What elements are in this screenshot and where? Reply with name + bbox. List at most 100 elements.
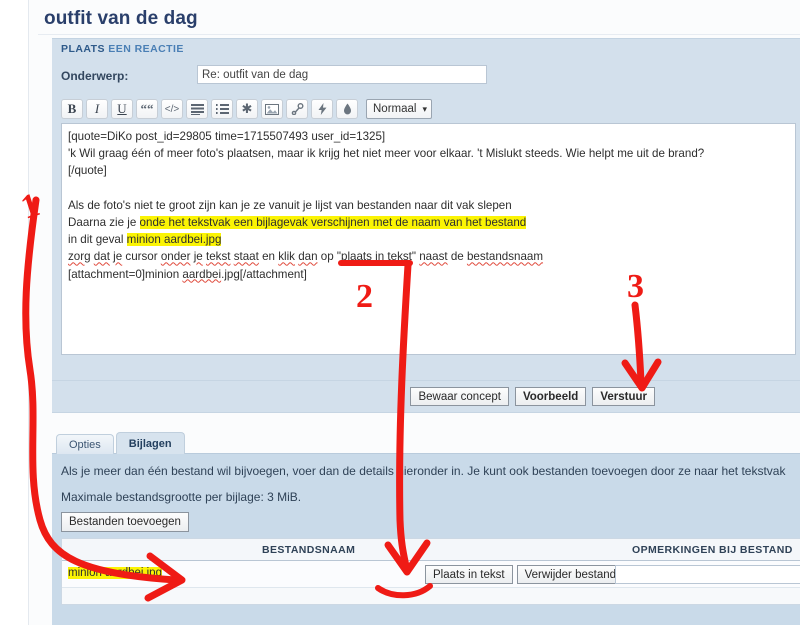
message-line: 'k Wil graag één of meer foto's plaatsen… [68, 145, 789, 162]
misspelled-word: onder [160, 250, 191, 264]
bold-button[interactable]: B [61, 99, 83, 119]
message-text: in dit geval [68, 233, 127, 247]
misspelled-word: je [113, 250, 123, 264]
attachment-tabs: Opties Bijlagen [56, 432, 185, 454]
attachment-filename-highlight: minion aardbei.jpg [68, 567, 162, 579]
column-header-filename: BESTANDSNAAM [262, 544, 356, 556]
post-reply-panel: PLAATS EEN REACTIE Onderwerp: B I U ““ <… [52, 38, 800, 380]
left-margin [0, 0, 28, 625]
message-line [68, 180, 789, 197]
list-unordered-icon [190, 103, 204, 115]
misspelled-word: tekst [206, 250, 231, 264]
ordered-list-button[interactable] [211, 99, 233, 119]
misspelled-word: je [193, 250, 203, 264]
message-text: .jpg[/attachment] [221, 267, 307, 281]
highlighted-text: minion aardbei.jpg [126, 233, 222, 247]
attachment-filename: minion aardbei.jpg [68, 567, 162, 579]
subject-label: Onderwerp: [61, 69, 129, 83]
chevron-down-icon: ▾ [422, 103, 427, 114]
attachments-table-footer [62, 588, 800, 604]
message-line: [quote=DiKo post_id=29805 time=171550749… [68, 128, 789, 145]
insert-link-button[interactable] [286, 99, 308, 119]
message-line: [/quote] [68, 162, 789, 179]
message-line: Als de foto's niet te groot zijn kan je … [68, 197, 789, 214]
message-text: [attachment=0]minion [68, 267, 183, 281]
subject-field-row: Onderwerp: [52, 63, 800, 93]
underline-button[interactable]: U [111, 99, 133, 119]
special-char-button[interactable]: ✱ [236, 99, 258, 119]
preview-button[interactable]: Voorbeeld [514, 387, 587, 406]
link-icon [291, 103, 303, 115]
add-files-button[interactable]: Bestanden toevoegen [61, 512, 189, 532]
misspelled-word: naast [419, 250, 448, 264]
message-text: en [258, 250, 279, 264]
tab-bijlagen[interactable]: Bijlagen [115, 432, 185, 454]
quote-button[interactable]: ““ [136, 99, 158, 119]
insert-image-button[interactable] [261, 99, 283, 119]
misspelled-word: tekst [387, 250, 412, 264]
message-text: de [447, 250, 467, 264]
misspelled-word: klik [278, 250, 295, 264]
unordered-list-button[interactable] [186, 99, 208, 119]
panel-header: PLAATS EEN REACTIE [52, 39, 800, 58]
message-text: Daarna zie je [68, 215, 140, 229]
message-textarea[interactable]: [quote=DiKo post_id=29805 time=171550749… [61, 123, 796, 355]
panel-bottom-strip [52, 613, 800, 625]
tab-opties[interactable]: Opties [56, 434, 114, 454]
message-text: op " [317, 250, 341, 264]
misspelled-word: zorg [68, 250, 91, 264]
misspelled-word: bestandsnaam [466, 250, 544, 264]
editor-action-bar: Bewaar concept Voorbeeld Verstuur [52, 380, 800, 413]
misspelled-word: aardbei [182, 267, 222, 281]
italic-button[interactable]: I [86, 99, 108, 119]
editor-toolbar: B I U ““ </> ✱ Normaal ▾ [61, 95, 796, 123]
attachments-max-size-text: Maximale bestandsgrootte per bijlage: 3 … [61, 490, 302, 504]
message-text: [quote=DiKo post_id=29805 time=171550749… [68, 130, 386, 143]
title-divider [38, 34, 800, 35]
delete-file-button[interactable]: Verwijder bestand [516, 565, 625, 584]
column-header-comment: OPMERKINGEN BIJ BESTAND [632, 544, 793, 556]
droplet-icon [343, 103, 351, 115]
place-in-text-button[interactable]: Plaats in tekst [425, 565, 513, 584]
highlighted-text: onde het tekstvak een bijlagevak verschi… [139, 215, 527, 229]
submit-button[interactable]: Verstuur [592, 387, 655, 406]
quote-icon: ““ [140, 101, 154, 116]
misspelled-word: plaats [341, 250, 372, 264]
attachment-comment-input[interactable] [615, 565, 800, 584]
misspelled-word: staat [233, 250, 259, 264]
font-size-select[interactable]: Normaal ▾ [366, 99, 432, 119]
forum-reply-page: outfit van de dag PLAATS EEN REACTIE Ond… [0, 0, 800, 625]
table-row: minion aardbei.jpg Plaats in tekst Verwi… [62, 561, 800, 588]
message-text: [/quote] [68, 164, 107, 178]
save-draft-button[interactable]: Bewaar concept [410, 387, 509, 406]
attachments-panel: Als je meer dan één bestand wil bijvoege… [52, 453, 800, 625]
misspelled-word: dan [298, 250, 318, 264]
message-text: Als de foto's niet te groot zijn kan je … [68, 198, 512, 212]
subject-input[interactable] [197, 65, 487, 84]
asterisk-icon: ✱ [241, 101, 253, 116]
list-ordered-icon [215, 103, 229, 114]
code-icon: </> [164, 103, 180, 115]
message-text: in [371, 250, 388, 264]
message-text: 'k Wil graag één of meer foto's plaatsen… [68, 147, 705, 161]
message-line: [attachment=0]minion aardbei.jpg[/attach… [68, 266, 789, 283]
page-title: outfit van de dag [44, 8, 198, 29]
message-text: cursor [122, 250, 161, 264]
lightning-icon [318, 103, 326, 115]
message-line: zorg dat je cursor onder je tekst staat … [68, 248, 789, 265]
flash-button[interactable] [311, 99, 333, 119]
message-editor: B I U ““ </> ✱ Normaal ▾ [quote=DiKo pos… [61, 95, 796, 355]
panel-header-word1: PLAATS [61, 43, 105, 55]
attachments-table: BESTANDSNAAM OPMERKINGEN BIJ BESTAND min… [61, 538, 800, 605]
row-actions: Plaats in tekst Verwijder bestand [425, 565, 625, 584]
image-icon [265, 103, 279, 115]
font-size-value: Normaal [373, 103, 417, 115]
font-color-button[interactable] [336, 99, 358, 119]
panel-header-word2: EEN REACTIE [108, 43, 184, 55]
code-button[interactable]: </> [161, 99, 183, 119]
attachments-table-header: BESTANDSNAAM OPMERKINGEN BIJ BESTAND [62, 539, 800, 561]
attachments-info-text: Als je meer dan één bestand wil bijvoege… [61, 464, 786, 478]
panel-body: Onderwerp: B I U ““ </> [52, 58, 800, 363]
message-line: in dit geval minion aardbei.jpg [68, 231, 789, 248]
misspelled-word: dat [93, 250, 110, 264]
